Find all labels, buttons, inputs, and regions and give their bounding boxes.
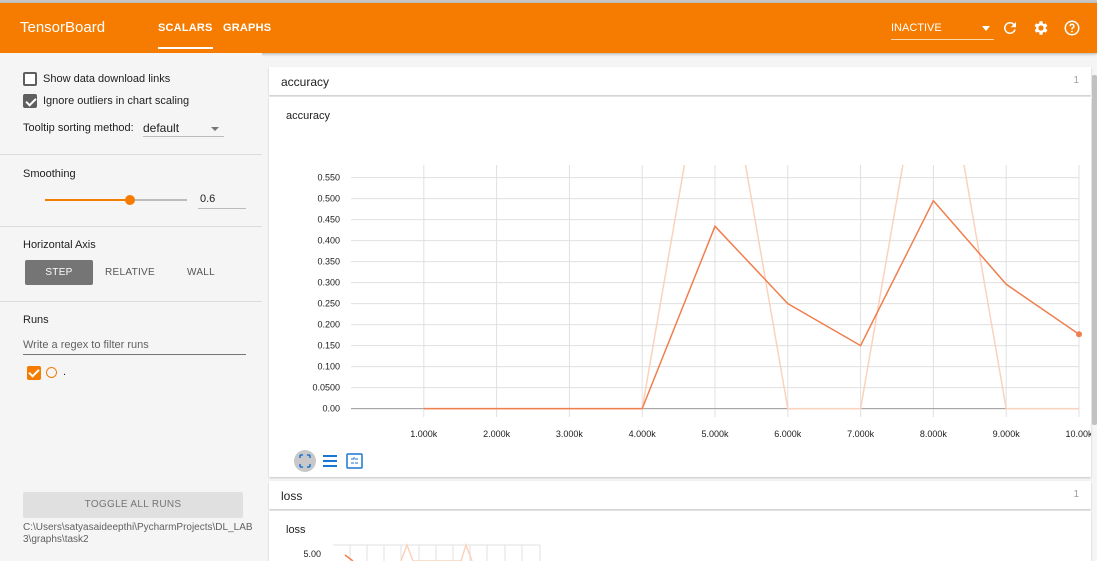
x-tick-label: 5.000k (701, 429, 729, 439)
raw-series-line (423, 165, 1079, 410)
chevron-down-icon (982, 26, 990, 31)
divider (0, 301, 262, 302)
help-icon[interactable] (1063, 19, 1081, 37)
inactive-dashboard-select[interactable]: INACTIVE (891, 16, 994, 40)
ignore-outliers-checkbox[interactable] (23, 94, 37, 108)
ignore-outliers-label: Ignore outliers in chart scaling (43, 95, 190, 107)
chevron-down-icon (211, 127, 219, 131)
loss-card-count: 1 (1073, 489, 1079, 500)
refresh-icon[interactable] (1001, 19, 1019, 37)
log-scale-icon[interactable] (323, 455, 337, 467)
x-tick-label: 1.000k (410, 429, 438, 439)
last-point-marker (1076, 331, 1082, 338)
select-region-icon-detail (351, 457, 358, 464)
runs-filter-input[interactable]: Write a regex to filter runs (23, 339, 149, 351)
y-tick-label: 0.250 (317, 299, 340, 309)
smoothing-slider[interactable] (45, 195, 187, 205)
run-color-swatch (46, 367, 57, 378)
y-tick-label: 0.450 (317, 215, 340, 225)
axis-relative-button[interactable]: RELATIVE (96, 260, 164, 285)
app-header: TensorBoard SCALARS GRAPHS INACTIVE (0, 3, 1097, 53)
accuracy-card: accuracy 0.00 0.0500 0.100 0.150 0.200 0.250 0… (269, 97, 1091, 477)
x-tick-label: 6.000k (774, 429, 802, 439)
y-tick-label: 0.0500 (312, 383, 340, 393)
tooltip-sorting-label: Tooltip sorting method: (23, 122, 134, 134)
accuracy-card-count: 1 (1073, 75, 1079, 86)
y-tick-label: 0.200 (317, 320, 340, 330)
show-download-links-label: Show data download links (43, 73, 171, 85)
main-panel: accuracy 1 accuracy 0.00 0.0500 0.100 0.150… (262, 53, 1097, 561)
smoothing-label: Smoothing (23, 168, 76, 180)
loss-y-tick: 5.00 (303, 549, 321, 559)
app-brand: TensorBoard (20, 19, 106, 36)
y-tick-label: 0.300 (317, 278, 340, 288)
smoothed-series-line (423, 199, 1079, 410)
smoothing-slider-fill (45, 199, 131, 201)
y-tick-label: 0.500 (317, 194, 340, 204)
y-tick-label: 0.100 (317, 362, 340, 372)
toggle-all-runs-button[interactable]: TOGGLE ALL RUNS (23, 492, 243, 518)
accuracy-card-header[interactable]: accuracy 1 (269, 67, 1091, 95)
logdir-path: C:\Users\satyasaideepthi\PycharmProjects… (23, 522, 253, 545)
smoothing-value-input[interactable]: 0.6 (200, 193, 215, 205)
inactive-select-label: INACTIVE (891, 22, 942, 34)
runs-filter-underline (23, 354, 246, 355)
sidebar: Show data download links Ignore outliers… (0, 53, 262, 561)
tooltip-sorting-underline (143, 136, 224, 137)
select-region-icon[interactable] (346, 453, 363, 469)
smoothing-slider-knob[interactable] (125, 195, 136, 205)
x-tick-label: 2.000k (483, 429, 511, 439)
loss-card-header[interactable]: loss 1 (269, 481, 1091, 509)
y-tick-label: 0.350 (317, 257, 340, 267)
divider (0, 154, 262, 155)
x-tick-label: 7.000k (847, 429, 875, 439)
y-tick-label: 0.550 (317, 173, 340, 183)
accuracy-card-title: accuracy (281, 75, 330, 89)
axis-wall-button[interactable]: WALL (167, 260, 235, 285)
show-download-links-checkbox[interactable] (23, 72, 37, 86)
loss-smoothed-line (344, 554, 354, 561)
tab-graphs[interactable]: GRAPHS (223, 22, 271, 34)
smoothing-value-underline (198, 208, 246, 209)
main-scrollbar[interactable] (1092, 75, 1097, 425)
gear-icon[interactable] (1032, 19, 1050, 37)
accuracy-chart[interactable]: 0.00 0.0500 0.100 0.150 0.200 0.250 0.300 0.350… (269, 97, 1091, 477)
loss-card: loss 5.00 (269, 511, 1091, 561)
tab-scalars[interactable]: SCALARS (158, 22, 213, 49)
fit-domain-button-bg[interactable] (294, 450, 316, 472)
x-tick-label: 10.00k (1065, 429, 1091, 439)
x-tick-label: 9.000k (993, 429, 1021, 439)
loss-grid (333, 544, 541, 561)
runs-label: Runs (23, 314, 49, 326)
horizontal-axis-label: Horizontal Axis (23, 239, 96, 251)
y-tick-label: 0.00 (322, 404, 340, 414)
divider (0, 226, 262, 227)
loss-card-title: loss (281, 489, 303, 503)
run-checkbox[interactable] (27, 366, 41, 380)
x-tick-label: 8.000k (920, 429, 948, 439)
axis-step-button[interactable]: STEP (25, 260, 93, 285)
run-name: . (63, 366, 67, 378)
y-tick-label: 0.150 (317, 341, 340, 351)
y-tick-label: 0.400 (317, 236, 340, 246)
x-tick-label: 4.000k (629, 429, 657, 439)
tooltip-sorting-select[interactable]: default (143, 121, 179, 135)
loss-chart[interactable]: 5.00 (269, 511, 1091, 561)
x-tick-label: 3.000k (556, 429, 584, 439)
